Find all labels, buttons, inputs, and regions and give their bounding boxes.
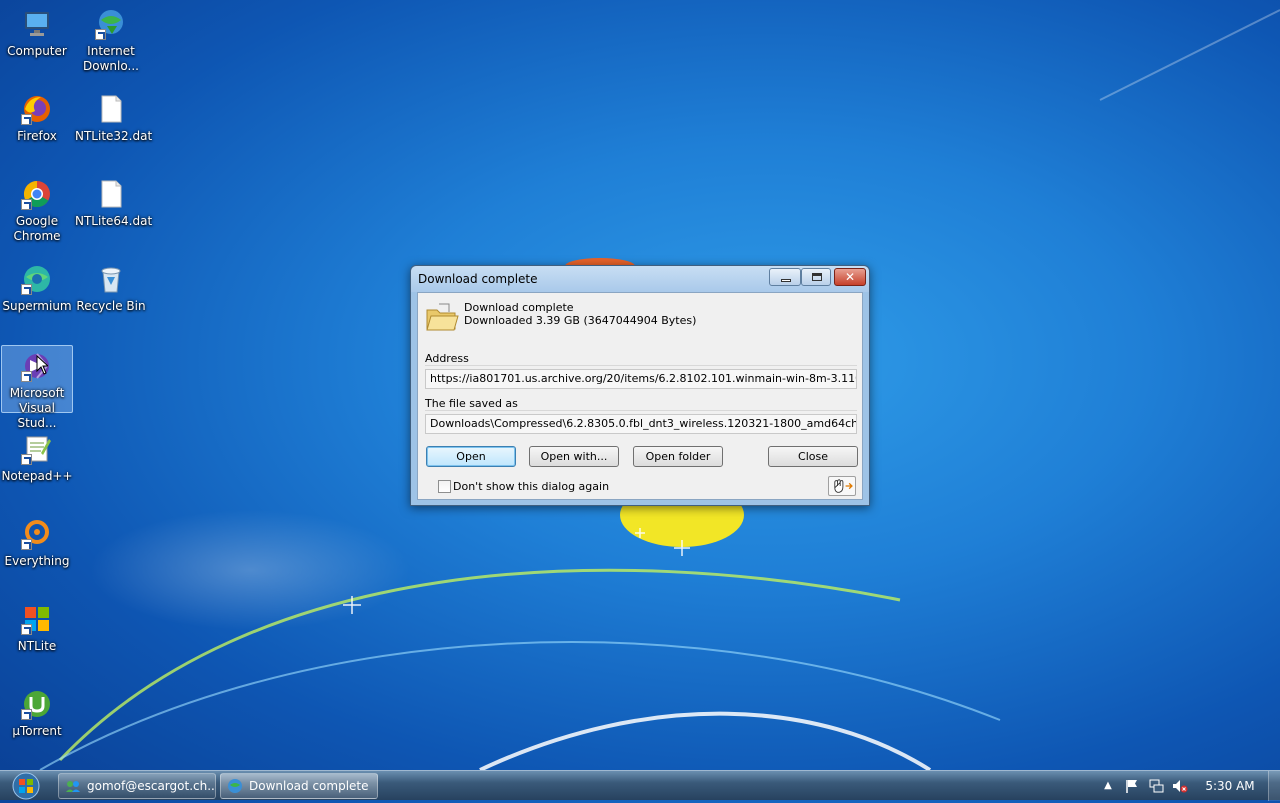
desktop-icon-supermium[interactable]: Supermium [1, 259, 73, 314]
taskbar: gomof@escargot.ch... Download complete ▲… [0, 770, 1280, 801]
maximize-button[interactable] [801, 268, 831, 286]
desktop-icon-ntlite32-dat[interactable]: NTLite32.dat [75, 89, 152, 144]
desktop-icon-label: Internet Downlo... [83, 44, 139, 73]
open-with-button[interactable]: Open with... [529, 446, 619, 467]
close-icon: ✕ [844, 270, 856, 284]
file-icon [95, 178, 127, 210]
desktop-icon-label: Firefox [17, 129, 57, 143]
dialog-title: Download complete [418, 272, 538, 286]
recycle-bin-icon [95, 263, 127, 295]
dont-show-again-checkbox[interactable] [438, 480, 451, 493]
dialog-titlebar[interactable]: Download complete ✕ [411, 266, 869, 292]
dont-show-again-label: Don't show this dialog again [453, 480, 610, 493]
firefox-icon [21, 93, 53, 125]
hand-drag-icon[interactable] [828, 476, 856, 496]
desktop-icon-label: Recycle Bin [76, 299, 146, 313]
desktop-icon-label: Google Chrome [13, 214, 61, 243]
taskbar-item-download-complete[interactable]: Download complete [220, 773, 378, 799]
ntlite-icon [21, 603, 53, 635]
desktop-icon-label: µTorrent [12, 724, 62, 738]
desktop-icon-label: Microsoft Visual Stud... [9, 386, 65, 430]
volume-muted-icon[interactable] [1172, 778, 1188, 794]
show-desktop-button[interactable] [1268, 771, 1280, 801]
download-complete-dialog: Download complete ✕ Download complete Do… [410, 265, 870, 506]
open-folder-button[interactable]: Open folder [633, 446, 723, 467]
taskbar-item-label: Download complete [249, 779, 369, 793]
desktop-icon-label: NTLite64.dat [75, 214, 153, 228]
taskbar-item-label: gomof@escargot.ch... [87, 779, 216, 793]
desktop-icon-computer[interactable]: Computer [1, 4, 73, 59]
desktop-icon-notepad-plus-plus[interactable]: Notepad++ [1, 429, 73, 484]
address-label: Address [425, 352, 469, 365]
network-icon[interactable] [1148, 778, 1164, 794]
shortcut-arrow-icon [21, 114, 32, 125]
action-center-flag-icon[interactable] [1124, 778, 1140, 794]
open-folder-icon [425, 300, 459, 334]
desktop-icon-everything[interactable]: Everything [1, 514, 73, 569]
divider [425, 365, 857, 366]
shortcut-arrow-icon [21, 709, 32, 720]
downloaded-size-text: Downloaded 3.39 GB (3647044904 Bytes) [464, 314, 697, 327]
desktop-icon-label: Notepad++ [1, 469, 73, 483]
desktop-icon-google-chrome[interactable]: Google Chrome [1, 174, 73, 244]
messenger-icon [65, 778, 81, 794]
divider [425, 410, 857, 411]
desktop-icon-firefox[interactable]: Firefox [1, 89, 73, 144]
desktop-icon-label: Everything [4, 554, 70, 568]
saved-path-field[interactable]: Downloads\Compressed\6.2.8305.0.fbl_dnt3… [425, 414, 857, 434]
desktop-icon-label: Computer [7, 44, 67, 58]
shortcut-arrow-icon [21, 539, 32, 550]
chrome-icon [21, 178, 53, 210]
start-button[interactable] [6, 772, 46, 800]
internet-download-manager-icon [95, 8, 127, 40]
minimize-button[interactable] [769, 268, 801, 286]
desktop-icon-recycle-bin[interactable]: Recycle Bin [75, 259, 147, 314]
clock[interactable]: 5:30 AM [1200, 771, 1260, 801]
shortcut-arrow-icon [21, 371, 32, 382]
everything-icon [21, 518, 53, 550]
address-field[interactable]: https://ia801701.us.archive.org/20/items… [425, 369, 857, 389]
desktop-icon-label: NTLite [17, 639, 57, 653]
taskbar-item-escargot[interactable]: gomof@escargot.ch... [58, 773, 216, 799]
dialog-body: Download complete Downloaded 3.39 GB (36… [417, 292, 863, 500]
shortcut-arrow-icon [21, 284, 32, 295]
notepad-plus-plus-icon [21, 433, 53, 465]
desktop-icon-ntlite64-dat[interactable]: NTLite64.dat [75, 174, 152, 229]
shortcut-arrow-icon [21, 624, 32, 635]
download-status-text: Download complete [464, 301, 574, 314]
open-button[interactable]: Open [426, 446, 516, 467]
saved-as-label: The file saved as [425, 397, 518, 410]
supermium-icon [21, 263, 53, 295]
file-icon [95, 93, 127, 125]
shortcut-arrow-icon [21, 199, 32, 210]
desktop-icon-label: Supermium [2, 299, 72, 313]
computer-icon [21, 8, 53, 40]
shortcut-arrow-icon [21, 454, 32, 465]
close-window-button[interactable]: ✕ [834, 268, 866, 286]
mouse-cursor-icon [36, 355, 48, 375]
shortcut-arrow-icon [95, 29, 106, 40]
utorrent-icon [21, 688, 53, 720]
close-button[interactable]: Close [768, 446, 858, 467]
desktop-icon-utorrent[interactable]: µTorrent [1, 684, 73, 739]
internet-download-manager-icon [227, 778, 243, 794]
desktop-icon-ntlite[interactable]: NTLite [1, 599, 73, 654]
desktop-icon-internet-download-manager[interactable]: Internet Downlo... [75, 4, 147, 74]
desktop-icon-label: NTLite32.dat [75, 129, 153, 143]
show-hidden-icons-chevron-up-icon[interactable]: ▲ [1100, 778, 1116, 794]
